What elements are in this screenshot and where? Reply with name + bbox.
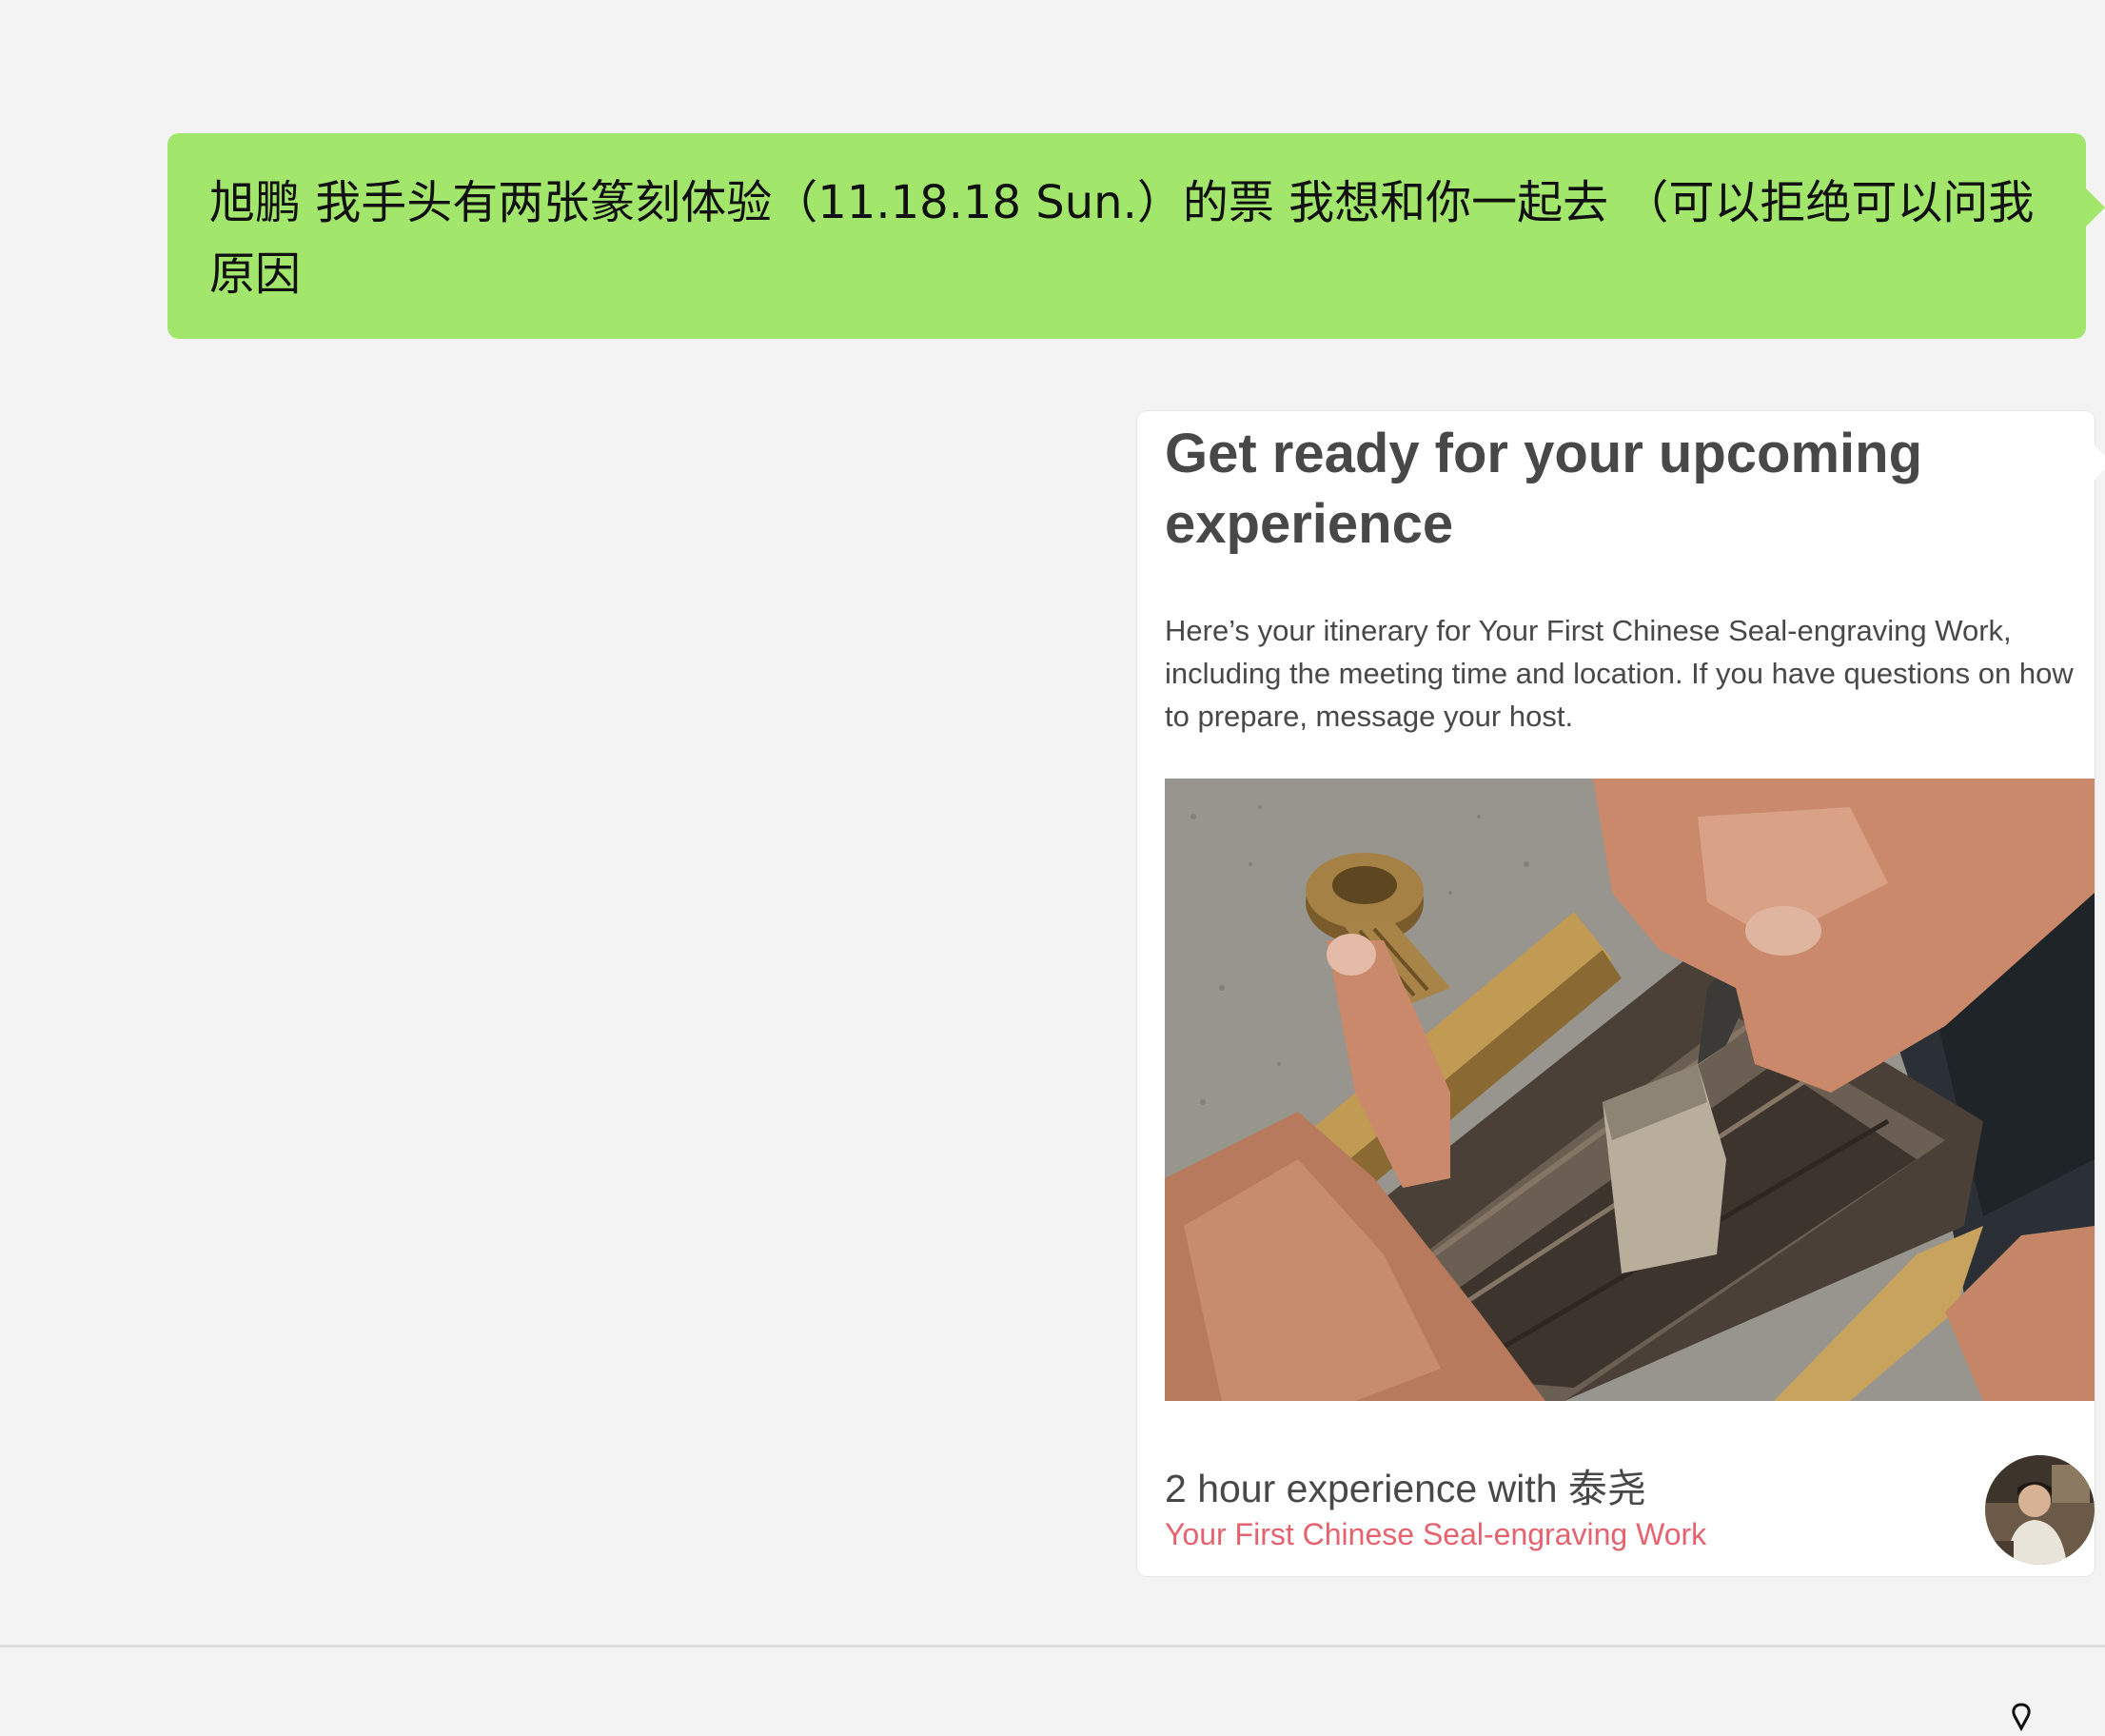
- seal-engraving-photo[interactable]: [1165, 779, 2095, 1401]
- card-title: Get ready for your upcoming experience: [1165, 423, 1922, 555]
- card-description: Here’s your itinerary for Your First Chi…: [1165, 614, 2074, 733]
- message-input-area[interactable]: [0, 1647, 2105, 1728]
- host-avatar[interactable]: [1985, 1455, 2095, 1565]
- experience-name-link[interactable]: Your First Chinese Seal-engraving Work: [1165, 1515, 1983, 1553]
- chat-message-text: 旭鹏 我手头有两张篆刻体验（11.18.18 Sun.）的票 我想和你一起去 （…: [209, 176, 2035, 301]
- pin-icon[interactable]: [2006, 1702, 2036, 1732]
- chat-message-bubble[interactable]: 旭鹏 我手头有两张篆刻体验（11.18.18 Sun.）的票 我想和你一起去 （…: [167, 133, 2105, 339]
- experience-duration-host: 2 hour experience with 泰尧: [1165, 1467, 1646, 1510]
- experience-card[interactable]: Get ready for your upcoming experience H…: [1137, 411, 2105, 1576]
